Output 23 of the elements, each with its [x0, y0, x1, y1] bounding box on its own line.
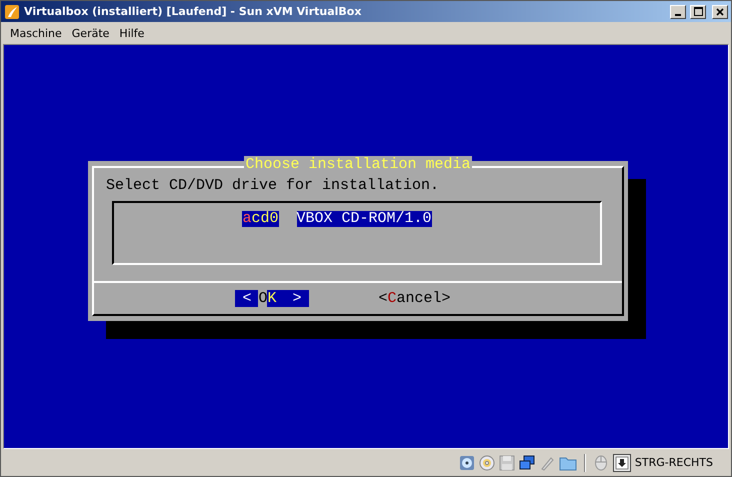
dialog-button[interactable]: < OK > [235, 291, 308, 307]
drive-tag[interactable]: acd0 [242, 211, 278, 227]
window-title: Virtualbox (installiert) [Laufend] - Sun xVM VirtualBox [24, 5, 362, 18]
minimize-button[interactable] [670, 4, 686, 18]
maximize-icon [694, 7, 702, 16]
close-button[interactable] [712, 4, 728, 18]
dialog-prompt: Select CD/DVD drive for installation. [106, 178, 440, 194]
menu-item[interactable]: Maschine [5, 26, 67, 40]
close-icon [716, 8, 724, 16]
menu-item[interactable]: Geräte [66, 26, 114, 40]
cd-icon [478, 454, 495, 470]
menu-item[interactable]: Hilfe [114, 26, 150, 40]
floppy-icon [498, 454, 515, 470]
hard-disk-icon [458, 454, 475, 470]
minimize-icon [675, 14, 681, 16]
dialog-button[interactable]: <Cancel> [378, 291, 451, 307]
maximize-button[interactable] [690, 4, 706, 18]
host-key-label: STRG-RECHTS [634, 456, 713, 469]
app-icon [4, 4, 20, 20]
host-key-icon [612, 454, 631, 472]
network-icon [518, 454, 535, 470]
mouse-icon [592, 454, 609, 470]
folder-icon [558, 454, 577, 470]
